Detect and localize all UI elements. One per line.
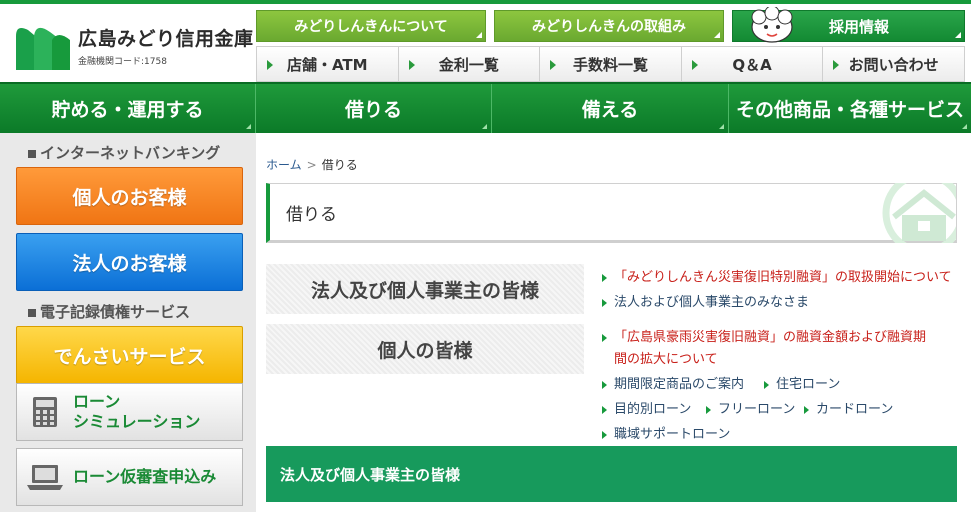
subnav-label: お問い合わせ: [848, 55, 939, 74]
section-heading-business: 法人及び個人事業主の皆様: [266, 446, 957, 502]
initiatives-label: みどりしんきんの取組み: [532, 19, 686, 35]
arrow-icon: [408, 60, 415, 70]
category-personal-label: 個人の皆様: [377, 339, 473, 362]
category-personal-button[interactable]: 個人の皆様: [266, 324, 584, 374]
corner-icon: [719, 124, 724, 129]
corporate-ib-button[interactable]: 法人のお客様: [16, 233, 243, 291]
arrow-icon: [833, 60, 840, 70]
breadcrumb-separator: >: [306, 158, 317, 172]
top-accent-line: [0, 0, 971, 4]
subnav-label: 金利一覧: [438, 55, 499, 74]
subnav-branches-atm[interactable]: 店舗・ATM: [256, 46, 399, 82]
page-title: 借りる: [286, 205, 337, 225]
breadcrumb-home[interactable]: ホーム: [266, 158, 302, 172]
brand-name: 広島みどり信用金庫: [78, 28, 254, 50]
densai-heading-label: 電子記録債権サービス: [40, 303, 191, 321]
bullet-icon: [28, 149, 36, 158]
recruit-button[interactable]: 採用情報: [732, 7, 965, 43]
breadcrumb: ホーム > 借りる: [266, 156, 358, 173]
corner-icon: [962, 124, 967, 129]
page-title-box: 借りる: [266, 183, 957, 243]
densai-heading: 電子記録債権サービス: [28, 301, 190, 322]
link-card-loan[interactable]: カードローン: [804, 398, 893, 421]
ib-heading: インターネットバンキング: [28, 142, 220, 163]
densai-button[interactable]: でんさいサービス: [16, 326, 243, 384]
loan-application-button[interactable]: ローン仮審査申込み: [16, 448, 243, 506]
loan-sim-line2: シミュレーション: [73, 412, 201, 431]
nav-label: 貯める・運用する: [51, 99, 204, 121]
arrow-icon: [691, 60, 698, 70]
corporate-label: 法人のお客様: [72, 252, 187, 275]
brand-logo[interactable]: 広島みどり信用金庫 金融機関コード:1758: [14, 22, 254, 74]
link-disaster-special-loan[interactable]: 「みどりしんきん災害復旧特別融資」の取扱開始について: [602, 266, 952, 289]
sub-navigation: 店舗・ATM 金利一覧 手数料一覧 Q＆A お問い合わせ: [256, 46, 965, 82]
midori-logo-icon: [16, 27, 70, 70]
nav-save-invest[interactable]: 貯める・運用する: [0, 84, 256, 133]
personal-ib-button[interactable]: 個人のお客様: [16, 167, 243, 225]
about-label: みどりしんきんについて: [294, 19, 448, 35]
arrow-icon: [550, 60, 557, 70]
loan-sim-line1: ローン: [73, 392, 121, 411]
loan-application-label: ローン仮審査申込み: [73, 467, 217, 486]
category-business-button[interactable]: 法人及び個人事業主の皆様: [266, 264, 584, 314]
nav-other-services[interactable]: その他商品・各種サービス: [729, 84, 971, 133]
loan-simulation-button[interactable]: ローン シミュレーション: [16, 383, 243, 441]
corner-icon: [482, 124, 487, 129]
link-housing-loan[interactable]: 住宅ローン: [764, 373, 840, 396]
house-icon: [882, 183, 956, 243]
ib-heading-label: インターネットバンキング: [40, 144, 221, 162]
nav-borrow[interactable]: 借りる: [256, 84, 492, 133]
breadcrumb-current: 借りる: [321, 158, 358, 172]
densai-label: でんさいサービス: [53, 345, 206, 368]
nav-label: 借りる: [344, 99, 402, 121]
arrow-icon: [267, 60, 273, 70]
recruit-label: 採用情報: [829, 17, 890, 36]
subnav-label: Q＆A: [732, 55, 772, 74]
link-workplace-support-loan[interactable]: 職域サポートローン: [602, 423, 730, 446]
link-hiroshima-flood-loan-cont[interactable]: 間の拡大について: [602, 348, 718, 371]
bullet-icon: [28, 308, 36, 317]
subnav-rates[interactable]: 金利一覧: [398, 46, 541, 82]
calculator-icon: [17, 384, 73, 440]
subnav-fees[interactable]: 手数料一覧: [540, 46, 682, 82]
subnav-qa[interactable]: Q＆A: [681, 46, 824, 82]
link-business-owners[interactable]: 法人および個人事業主のみなさま: [602, 291, 809, 314]
section-heading-label: 法人及び個人事業主の皆様: [280, 465, 461, 484]
nav-label: 備える: [581, 99, 639, 121]
laptop-icon: [17, 449, 73, 505]
link-hiroshima-flood-loan[interactable]: 「広島県豪雨災害復旧融資」の融資金額および融資期: [602, 326, 926, 349]
corner-icon: [246, 124, 251, 129]
sidebar: インターネットバンキング 個人のお客様 法人のお客様 電子記録債権サービス でん…: [0, 133, 256, 512]
mascot-icon: [751, 7, 793, 43]
subnav-contact[interactable]: お問い合わせ: [823, 46, 965, 82]
loan-simulation-label: ローン シミュレーション: [73, 392, 200, 432]
bank-code: 金融機関コード:1758: [78, 57, 167, 67]
nav-label: その他商品・各種サービス: [735, 99, 964, 121]
category-business-label: 法人及び個人事業主の皆様: [310, 279, 539, 302]
initiatives-button[interactable]: みどりしんきんの取組み: [494, 10, 724, 42]
link-free-loan[interactable]: フリーローン: [706, 398, 795, 421]
subnav-label: 店舗・ATM: [286, 55, 368, 74]
nav-prepare[interactable]: 備える: [492, 84, 729, 133]
main-navigation: 貯める・運用する 借りる 備える その他商品・各種サービス: [0, 82, 971, 133]
about-button[interactable]: みどりしんきんについて: [256, 10, 486, 42]
link-purpose-loan[interactable]: 目的別ローン: [602, 398, 691, 421]
personal-label: 個人のお客様: [72, 186, 187, 209]
link-limited-products[interactable]: 期間限定商品のご案内: [602, 373, 744, 396]
subnav-label: 手数料一覧: [572, 55, 648, 74]
